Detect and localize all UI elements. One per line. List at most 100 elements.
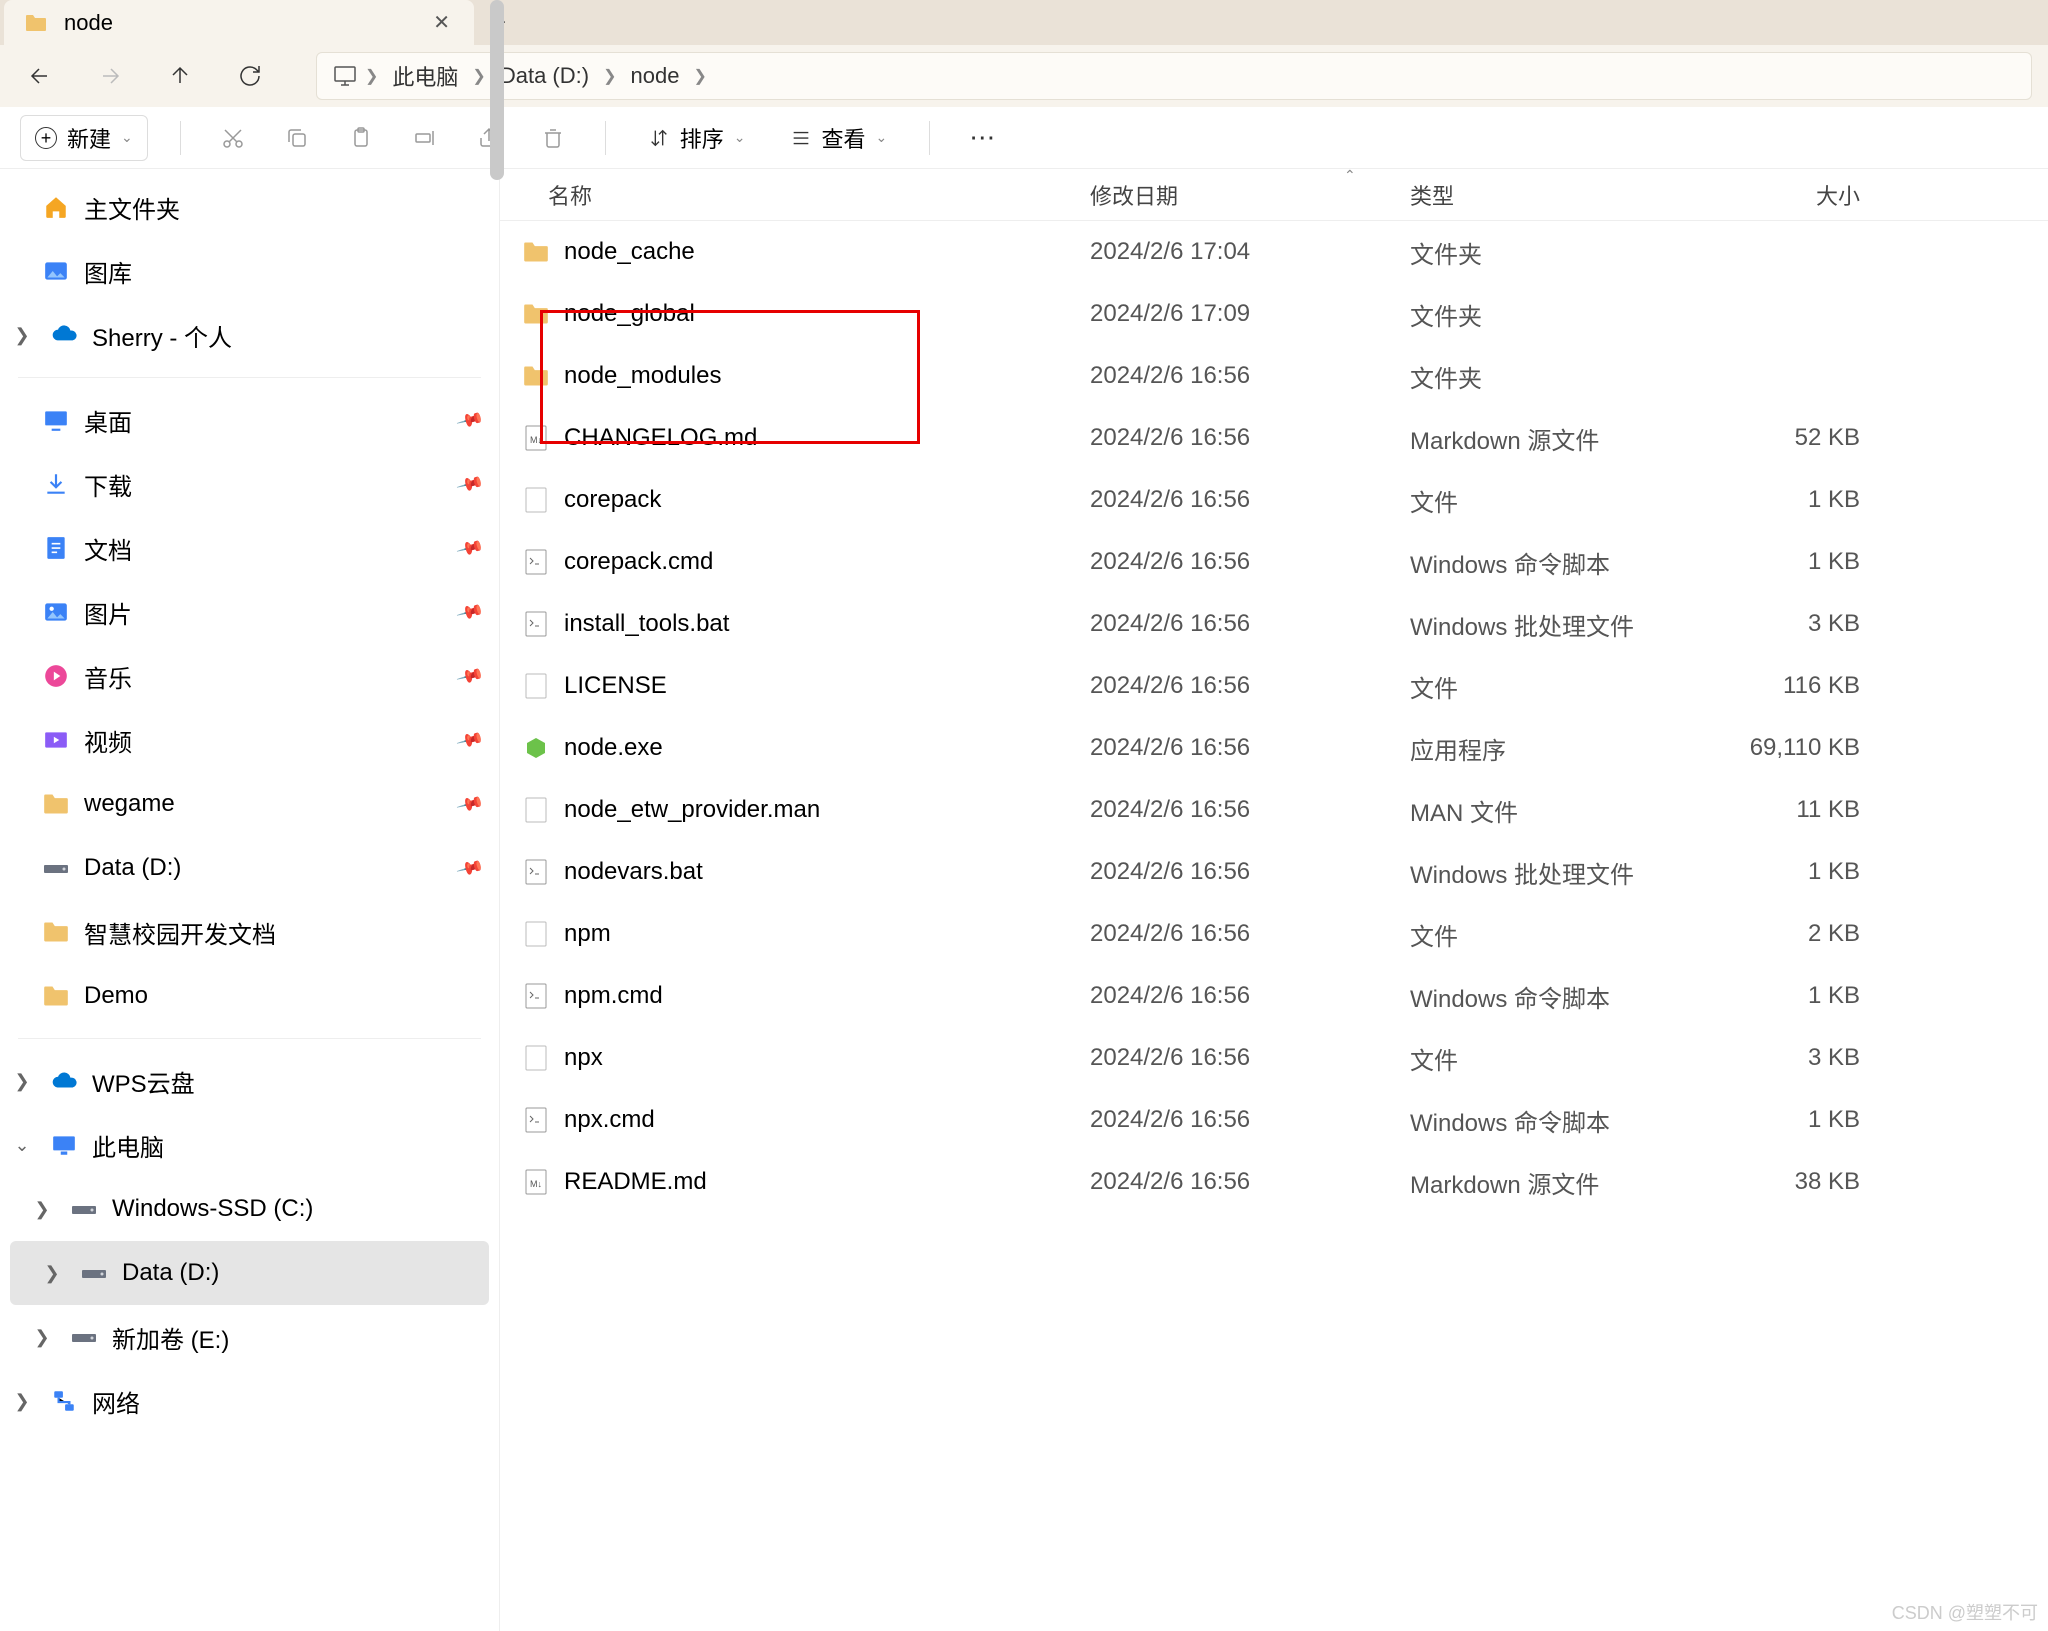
sidebar-item[interactable]: 文档📌 (0, 516, 499, 580)
file-size: 1 KB (1680, 982, 1880, 1010)
sidebar-item[interactable]: 视频📌 (0, 708, 499, 772)
file-type: Markdown 源文件 (1410, 1165, 1680, 1200)
plus-icon: + (35, 127, 57, 149)
titlebar: node ✕ + (0, 0, 2048, 45)
refresh-button[interactable] (226, 52, 274, 100)
paste-button[interactable] (341, 118, 381, 158)
sidebar-item[interactable]: 智慧校园开发文档 (0, 900, 499, 964)
file-row[interactable]: node_etw_provider.man 2024/2/6 16:56 MAN… (500, 779, 2048, 841)
view-label: 查看 (822, 122, 866, 154)
sidebar-item-label: Data (D:) (122, 1259, 219, 1287)
breadcrumb-item[interactable]: Data (D:) (492, 63, 597, 89)
file-row[interactable]: install_tools.bat 2024/2/6 16:56 Windows… (500, 593, 2048, 655)
file-date: 2024/2/6 16:56 (1090, 1168, 1410, 1196)
chevron-down-icon: ⌄ (8, 1135, 36, 1156)
sidebar-item[interactable]: 图片📌 (0, 580, 499, 644)
file-type: Windows 批处理文件 (1410, 855, 1680, 890)
file-row[interactable]: npx 2024/2/6 16:56 文件 3 KB (500, 1027, 2048, 1089)
file-row[interactable]: corepack 2024/2/6 16:56 文件 1 KB (500, 469, 2048, 531)
sidebar-item-label: 视频 (84, 723, 132, 758)
sidebar-item[interactable]: ❯WPS云盘 (0, 1049, 499, 1113)
pin-icon: 📌 (455, 789, 485, 818)
chevron-right-icon: ❯ (28, 1327, 56, 1348)
sidebar-item[interactable]: ⌄此电脑 (0, 1113, 499, 1177)
new-button[interactable]: + 新建 ⌄ (20, 115, 148, 161)
doc-icon (42, 534, 70, 562)
file-date: 2024/2/6 16:56 (1090, 610, 1410, 638)
scrollbar-thumb[interactable] (490, 0, 504, 180)
breadcrumb-root[interactable]: 此电脑 (384, 60, 466, 92)
sidebar-item[interactable]: ❯网络 (0, 1369, 499, 1433)
file-row[interactable]: node_cache 2024/2/6 17:04 文件夹 (500, 221, 2048, 283)
file-size: 3 KB (1680, 1044, 1880, 1072)
file-name: corepack (564, 486, 661, 514)
separator (18, 377, 481, 378)
separator (180, 121, 181, 155)
sort-icon (648, 127, 670, 149)
file-row[interactable]: M↓README.md 2024/2/6 16:56 Markdown 源文件 … (500, 1151, 2048, 1213)
file-row[interactable]: node_modules 2024/2/6 16:56 文件夹 (500, 345, 2048, 407)
sidebar-item[interactable]: ❯Data (D:) (10, 1241, 489, 1305)
sort-button[interactable]: 排序 ⌄ (638, 116, 756, 160)
file-row[interactable]: npx.cmd 2024/2/6 16:56 Windows 命令脚本 1 KB (500, 1089, 2048, 1151)
toolbar: + 新建 ⌄ 排序 ⌄ 查看 ⌄ ⋯ (0, 107, 2048, 169)
file-type: 应用程序 (1410, 731, 1680, 766)
pin-icon: 📌 (455, 853, 485, 882)
breadcrumb-item[interactable]: node (622, 63, 687, 89)
address-bar[interactable]: ❯ 此电脑 ❯ Data (D:) ❯ node ❯ (316, 52, 2032, 100)
file-date: 2024/2/6 16:56 (1090, 1106, 1410, 1134)
file-date: 2024/2/6 16:56 (1090, 362, 1410, 390)
sidebar-item[interactable]: ❯新加卷 (E:) (0, 1305, 499, 1369)
file-row[interactable]: node_global 2024/2/6 17:09 文件夹 (500, 283, 2048, 345)
up-button[interactable] (156, 52, 204, 100)
sidebar-item[interactable]: Demo (0, 964, 499, 1028)
column-size[interactable]: 大小 (1680, 179, 1880, 211)
sidebar-item[interactable]: ❯Windows-SSD (C:) (0, 1177, 499, 1241)
sidebar-item[interactable]: wegame📌 (0, 772, 499, 836)
file-name: install_tools.bat (564, 610, 729, 638)
copy-button[interactable] (277, 118, 317, 158)
list-header: 名称 修改日期 类型 大小 (500, 169, 2048, 221)
forward-button[interactable] (86, 52, 134, 100)
file-row[interactable]: npm 2024/2/6 16:56 文件 2 KB (500, 903, 2048, 965)
sidebar-item[interactable]: ❯Sherry - 个人 (0, 303, 499, 367)
sidebar-item-label: 下载 (84, 467, 132, 502)
chevron-right-icon: ❯ (28, 1199, 56, 1220)
view-button[interactable]: 查看 ⌄ (780, 116, 898, 160)
back-button[interactable] (16, 52, 64, 100)
file-row[interactable]: nodevars.bat 2024/2/6 16:56 Windows 批处理文… (500, 841, 2048, 903)
pin-icon: 📌 (455, 661, 485, 690)
file-row[interactable]: npm.cmd 2024/2/6 16:56 Windows 命令脚本 1 KB (500, 965, 2048, 1027)
file-row[interactable]: LICENSE 2024/2/6 16:56 文件 116 KB (500, 655, 2048, 717)
chevron-right-icon: ❯ (8, 1071, 36, 1092)
file-row[interactable]: node.exe 2024/2/6 16:56 应用程序 69,110 KB (500, 717, 2048, 779)
column-type[interactable]: 类型 (1410, 179, 1680, 211)
column-name[interactable]: 名称 (500, 179, 1090, 211)
more-button[interactable]: ⋯ (962, 118, 1002, 158)
tab-active[interactable]: node ✕ (4, 0, 474, 45)
home-icon (42, 193, 70, 221)
file-type: Windows 命令脚本 (1410, 545, 1680, 580)
sidebar-item[interactable]: 图库 (0, 239, 499, 303)
sidebar-item-label: 文档 (84, 531, 132, 566)
sidebar-item[interactable]: 音乐📌 (0, 644, 499, 708)
delete-button[interactable] (533, 118, 573, 158)
cmd-icon (522, 858, 550, 886)
new-button-label: 新建 (67, 122, 111, 154)
rename-button[interactable] (405, 118, 445, 158)
drive-icon (42, 854, 70, 882)
file-row[interactable]: M↓CHANGELOG.md 2024/2/6 16:56 Markdown 源… (500, 407, 2048, 469)
sidebar-item-label: Sherry - 个人 (92, 318, 232, 353)
file-icon (522, 672, 550, 700)
sidebar-item[interactable]: 主文件夹 (0, 175, 499, 239)
folder-icon (42, 918, 70, 946)
tab-close-button[interactable]: ✕ (427, 8, 456, 37)
sidebar-item[interactable]: 下载📌 (0, 452, 499, 516)
sidebar-item[interactable]: Data (D:)📌 (0, 836, 499, 900)
sidebar-item[interactable]: 桌面📌 (0, 388, 499, 452)
file-name: corepack.cmd (564, 548, 713, 576)
file-row[interactable]: corepack.cmd 2024/2/6 16:56 Windows 命令脚本… (500, 531, 2048, 593)
cut-button[interactable] (213, 118, 253, 158)
exe-icon (522, 734, 550, 762)
file-type: Windows 命令脚本 (1410, 979, 1680, 1014)
